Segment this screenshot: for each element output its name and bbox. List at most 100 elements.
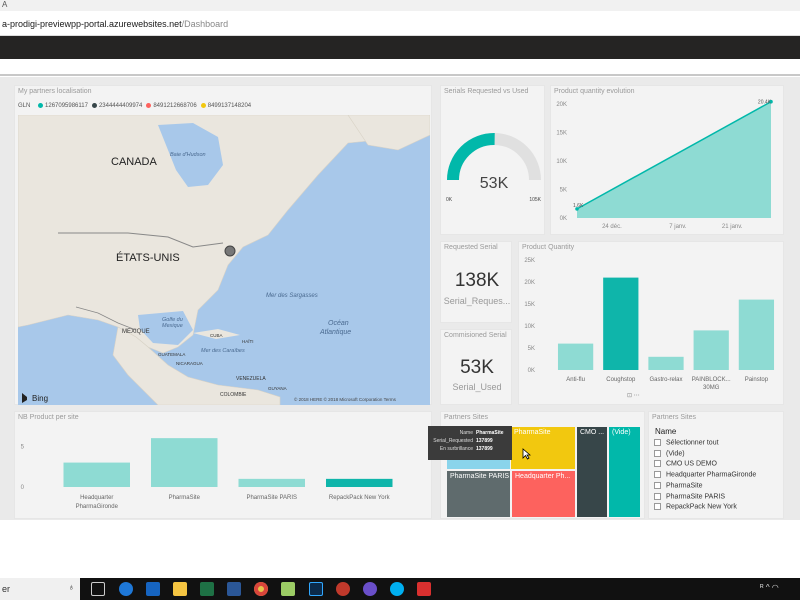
requested-serial-tile[interactable]: Requested Serial 138K Serial_Reques... — [440, 241, 512, 323]
x-tick-label: PAINBLOCK... — [692, 377, 731, 383]
url-field[interactable]: a-prodigi-previewpp-portal.azurewebsites… — [2, 19, 228, 29]
chrome-icon[interactable] — [254, 582, 268, 596]
photoshop-icon[interactable] — [309, 582, 323, 596]
bar — [738, 299, 775, 370]
x-tick-label: 24 déc. — [602, 224, 622, 230]
notepad-icon[interactable] — [281, 582, 295, 596]
checkbox-icon[interactable] — [654, 471, 661, 479]
task-view-icon[interactable] — [91, 582, 105, 596]
nb-product-tile[interactable]: NB Product per site 0 5 Headquarter PharmaG… — [14, 411, 432, 519]
checkbox-icon[interactable] — [654, 460, 661, 468]
tooltip-value: PharmaSite — [476, 430, 504, 436]
requested-serial-caption: Serial_Reques... — [443, 296, 511, 306]
legend-item[interactable]: 2344444409974 — [91, 103, 142, 109]
browser-tab-strip[interactable]: A — [0, 0, 800, 11]
tray-icons[interactable]: ᴿ ^ ◠ — [760, 583, 800, 595]
map-tile-title: My partners localisation — [18, 88, 92, 95]
y-tick-label: 0K — [560, 216, 567, 222]
x-tick-label: 21 janv. — [722, 224, 743, 230]
slicer-item[interactable]: CMO US DEMO — [654, 460, 717, 470]
excel-icon[interactable] — [200, 582, 214, 596]
slicer-item[interactable]: Sélectionner tout — [654, 439, 719, 449]
word-icon[interactable] — [227, 582, 241, 596]
data-label: 1.6K — [573, 203, 584, 209]
slicer-item-label: PharmaSite — [666, 482, 703, 490]
label-sargasses: Mer des Sargasses — [266, 293, 318, 299]
blank-area — [0, 520, 800, 578]
url-host: a-prodigi-previewpp-portal.azurewebsites… — [2, 19, 182, 29]
commissioned-serial-caption: Serial_Used — [452, 382, 502, 392]
outlook-icon[interactable] — [146, 582, 160, 596]
treemap-cell[interactable]: Headquarter Ph... — [511, 470, 576, 518]
legend-label: 1267095986117 — [45, 103, 88, 110]
app-purple-icon[interactable] — [363, 582, 377, 596]
checkbox-icon[interactable] — [654, 481, 661, 489]
treemap-cell-label: PharmaSite PARIS — [450, 473, 510, 480]
y-tick-label: 10K — [524, 324, 535, 330]
quantity-evolution-chart: 0K 5K 10K 15K 20K 1.6K 20.4K 24 déc. 7 janv. 21 j… — [556, 100, 773, 230]
treemap-cell-label: CMO ... — [580, 429, 605, 436]
map-view[interactable]: CANADA ÉTATS-UNIS MEXIQUE Baie d'Hudson … — [18, 115, 430, 405]
treemap-cell[interactable]: PharmaSite PARIS — [446, 470, 511, 518]
checkbox-icon[interactable] — [654, 449, 661, 457]
slicer-item[interactable]: PharmaSite PARIS — [654, 492, 725, 503]
file-explorer-icon[interactable] — [173, 582, 187, 596]
x-tick-label: Coughstop — [606, 377, 636, 383]
legend-dot-icon — [200, 103, 206, 108]
skype-icon[interactable] — [390, 582, 404, 596]
powerbi-header-bar — [0, 36, 800, 59]
product-quantity-chart: 0K 5K 10K 15K 20K 25K Anti-flu Coughstop Gastro-… — [524, 258, 775, 399]
treemap-cell[interactable]: CMO ... — [576, 426, 608, 518]
legend-dot-icon — [38, 103, 44, 108]
edge-icon[interactable] — [119, 582, 133, 596]
slicer-item[interactable]: (Vide) — [654, 449, 685, 460]
label-atlantique: Atlantique — [319, 329, 351, 336]
slicer-item-label: Headquarter PharmaGironde — [666, 471, 757, 479]
legend-label: 8499137148204 — [207, 103, 252, 110]
nb-product-chart: 0 5 Headquarter PharmaGironde PharmaSite Phar… — [21, 438, 393, 510]
tab-label: A — [2, 0, 8, 9]
requested-serial-title: Requested Serial — [444, 244, 498, 251]
gauge-tile[interactable]: Serials Requested vs Used 53K 0K 105K — [440, 85, 545, 235]
y-tick-label: 15K — [524, 302, 535, 308]
x-tick-label: Gastro-relax — [649, 377, 682, 383]
partners-sites-slicer-tile[interactable]: Partners Sites Name Sélectionner tout (Vi… — [648, 411, 784, 519]
x-tick-label: 7 janv. — [669, 224, 687, 230]
treemap-cell-label: PharmaSite — [514, 429, 551, 436]
x-tick-label: RepackPack New York — [329, 495, 391, 501]
slicer-item-label: Sélectionner tout — [666, 439, 719, 447]
legend-item[interactable]: 1267095986117 — [38, 103, 88, 109]
x-tick-label: Headquarter — [80, 495, 113, 501]
microphone-icon[interactable]: ♁ — [68, 582, 75, 592]
map-copyright: © 2018 HERE © 2018 Microsoft Corporation… — [294, 396, 397, 402]
y-tick-label: 20K — [524, 280, 535, 286]
legend-item[interactable]: 8491212668706 — [146, 103, 197, 109]
slicer-item[interactable]: PharmaSite — [654, 481, 703, 492]
taskbar-search-box[interactable]: er ♁ — [0, 578, 80, 600]
legend-item[interactable]: 8499137148204 — [200, 103, 252, 110]
treemap-cell[interactable]: PharmaSite — [510, 426, 576, 470]
app-red-icon[interactable] — [336, 582, 350, 596]
map-tile[interactable]: My partners localisation GLN 12670959861… — [14, 85, 432, 405]
checkbox-icon[interactable] — [654, 492, 661, 500]
treemap-cell[interactable]: (Vide) — [608, 426, 641, 518]
windows-taskbar: er ♁ ᴿ ^ ◠ — [0, 578, 800, 600]
partners-sites-treemap-tile[interactable]: Partners Sites PharmaSite CMO ... (Vide) Ph… — [428, 411, 645, 519]
treemap-title: Partners Sites — [444, 414, 488, 421]
slicer-item[interactable]: RepackPack New York — [654, 503, 737, 513]
commissioned-serial-tile[interactable]: Commisioned Serial 53K Serial_Used — [440, 329, 512, 405]
checkbox-icon[interactable] — [654, 439, 661, 446]
treemap-cell-label: (Vide) — [612, 429, 631, 436]
partner-location-marker[interactable] — [224, 245, 236, 257]
acrobat-icon[interactable] — [417, 582, 431, 596]
checkbox-icon[interactable] — [654, 503, 661, 511]
quantity-evolution-tile[interactable]: Product quantity evolution 0K 5K 10K 15K 20K… — [550, 85, 784, 235]
x-tick-label: PharmaGironde — [76, 504, 119, 510]
y-tick-label: 20K — [556, 102, 567, 108]
y-tick-label: 10K — [556, 159, 567, 165]
nb-tile-title: NB Product per site — [18, 414, 79, 421]
data-label: 20.4K — [758, 100, 772, 106]
product-quantity-tile[interactable]: Product Quantity 0K 5K 10K 15K 20K 25K Anti-fl… — [518, 241, 784, 405]
bar — [238, 478, 305, 487]
slicer-item[interactable]: Headquarter PharmaGironde — [654, 471, 756, 481]
